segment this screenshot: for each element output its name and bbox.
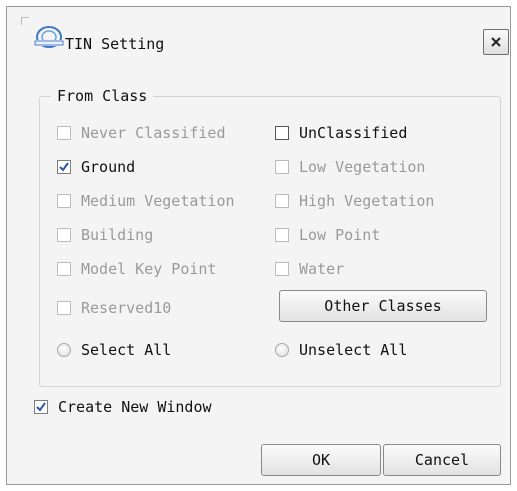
checkbox-label: Water bbox=[299, 260, 345, 278]
checkbox-label: Building bbox=[81, 226, 154, 244]
checkbox-box bbox=[275, 126, 289, 140]
radio-label: Select All bbox=[81, 341, 172, 359]
checkbox-label: Medium Vegetation bbox=[81, 192, 235, 210]
checkbox-box bbox=[275, 160, 289, 174]
other-classes-button[interactable]: Other Classes bbox=[279, 290, 487, 322]
checkbox-label: High Vegetation bbox=[299, 192, 435, 210]
cancel-button[interactable]: Cancel bbox=[383, 444, 501, 476]
checkbox-medium-vegetation[interactable]: Medium Vegetation bbox=[57, 192, 235, 210]
checkbox-unclassified[interactable]: UnClassified bbox=[275, 124, 407, 142]
checkbox-label: Model Key Point bbox=[81, 260, 217, 278]
ok-button[interactable]: OK bbox=[261, 444, 381, 476]
checkbox-label: Low Vegetation bbox=[299, 158, 426, 176]
checkbox-box bbox=[275, 194, 289, 208]
checkbox-reserved10[interactable]: Reserved10 bbox=[57, 299, 171, 317]
checkmark-icon bbox=[59, 162, 69, 172]
checkbox-never-classified[interactable]: Never Classified bbox=[57, 124, 226, 142]
close-button[interactable] bbox=[483, 29, 509, 55]
checkmark-icon bbox=[36, 402, 46, 412]
checkbox-label: UnClassified bbox=[299, 124, 408, 142]
corner-decoration bbox=[21, 17, 29, 25]
radio-label: Unselect All bbox=[299, 341, 408, 359]
dialog-title: TIN Setting bbox=[65, 35, 165, 53]
checkbox-low-vegetation[interactable]: Low Vegetation bbox=[275, 158, 425, 176]
checkbox-box bbox=[57, 194, 71, 208]
checkbox-model-key-point[interactable]: Model Key Point bbox=[57, 260, 216, 278]
checkbox-box bbox=[57, 126, 71, 140]
checkbox-building[interactable]: Building bbox=[57, 226, 153, 244]
checkbox-high-vegetation[interactable]: High Vegetation bbox=[275, 192, 434, 210]
checkbox-label: Create New Window bbox=[58, 398, 212, 416]
close-icon bbox=[491, 37, 501, 47]
tin-setting-dialog: TIN Setting From Class Never Classified … bbox=[6, 6, 511, 485]
checkbox-label: Low Point bbox=[299, 226, 381, 244]
checkbox-ground[interactable]: Ground bbox=[57, 158, 135, 176]
checkbox-box bbox=[275, 262, 289, 276]
select-all-radio[interactable]: Select All bbox=[57, 341, 171, 359]
checkbox-box bbox=[57, 301, 71, 315]
checkbox-box bbox=[57, 160, 71, 174]
checkbox-box bbox=[57, 262, 71, 276]
checkbox-box bbox=[275, 228, 289, 242]
checkbox-box bbox=[57, 228, 71, 242]
checkbox-create-new-window[interactable]: Create New Window bbox=[34, 398, 212, 416]
unselect-all-radio[interactable]: Unselect All bbox=[275, 341, 407, 359]
checkbox-label: Ground bbox=[81, 158, 136, 176]
checkbox-label: Reserved10 bbox=[81, 299, 172, 317]
checkbox-low-point[interactable]: Low Point bbox=[275, 226, 380, 244]
checkbox-water[interactable]: Water bbox=[275, 260, 344, 278]
checkbox-label: Never Classified bbox=[81, 124, 226, 142]
radio-circle bbox=[275, 343, 289, 357]
checkbox-box bbox=[34, 400, 48, 414]
radio-circle bbox=[57, 343, 71, 357]
from-class-label: From Class bbox=[51, 87, 154, 105]
